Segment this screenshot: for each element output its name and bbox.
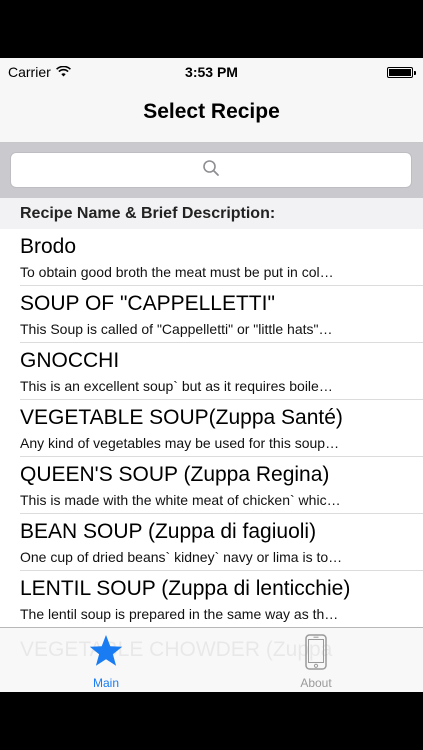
recipe-description: This is an excellent soup` but as it req… [20,378,333,394]
list-item[interactable]: VEGETABLE SOUP(Zuppa Santé) Any kind of … [20,400,423,457]
status-time: 3:53 PM [185,64,238,80]
list-item[interactable]: BEAN SOUP (Zuppa di fagiuoli) One cup of… [20,514,423,571]
tab-label-main: Main [92,676,119,690]
recipe-description: Any kind of vegetables may be used for t… [20,435,340,451]
list-item[interactable]: GNOCCHI This is an excellent soup` but a… [20,343,423,400]
recipe-description: The lentil soup is prepared in the same … [20,606,339,622]
tab-bar: VEGETABLE CHOWDER (Zuppa Main About [0,627,423,692]
recipe-name: Brodo [20,235,77,258]
recipe-description: This Soup is called of "Cappelletti" or … [20,321,333,337]
app-screen: Carrier 3:53 PM Select Recipe Recipe Nam… [0,58,423,692]
list-item[interactable]: Brodo To obtain good broth the meat must… [20,229,423,286]
battery-icon [387,67,416,78]
list-item[interactable]: LENTIL SOUP (Zuppa di lenticchie) The le… [20,571,423,627]
tab-about[interactable]: About [256,628,376,692]
star-icon [46,634,166,670]
recipe-name: GNOCCHI [20,349,120,372]
phone-icon [256,634,376,670]
search-field[interactable] [10,152,412,188]
recipe-description: This is made with the white meat of chic… [20,492,341,508]
recipe-name: SOUP OF "CAPPELLETTI" [20,292,275,315]
recipe-description: To obtain good broth the meat must be pu… [20,264,334,280]
list-item[interactable]: QUEEN'S SOUP (Zuppa Regina) This is made… [20,457,423,514]
tab-label-about: About [300,676,332,690]
recipe-name: LENTIL SOUP (Zuppa di lenticchie) [20,577,351,600]
recipe-list[interactable]: Brodo To obtain good broth the meat must… [0,229,423,627]
search-input[interactable] [11,153,411,187]
status-bar: Carrier 3:53 PM [0,58,423,86]
recipe-description: One cup of dried beans` kidney` navy or … [20,549,343,565]
recipe-name: VEGETABLE SOUP(Zuppa Santé) [20,406,343,429]
page-title: Select Recipe [143,100,280,123]
recipe-name: QUEEN'S SOUP (Zuppa Regina) [20,463,330,486]
search-bar [0,143,423,198]
list-item[interactable]: SOUP OF "CAPPELLETTI" This Soup is calle… [20,286,423,343]
recipe-name: BEAN SOUP (Zuppa di fagiuoli) [20,520,317,543]
section-header: Recipe Name & Brief Description: [0,198,423,229]
tab-main[interactable]: Main [46,628,166,692]
